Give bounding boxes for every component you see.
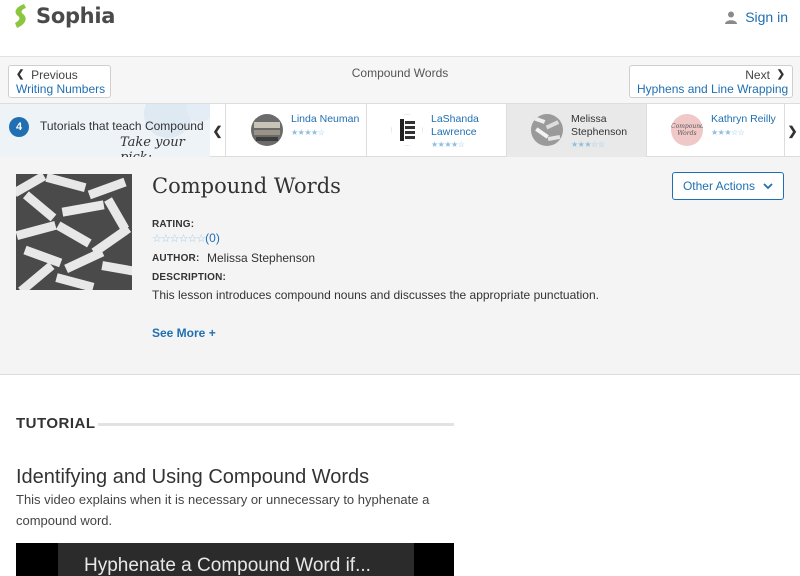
chevron-left-icon: ❮ bbox=[212, 123, 223, 138]
tutor-card-linda-neuman[interactable]: Linda Neuman ★★★★☆ bbox=[227, 104, 367, 157]
tutor-rating-stars: ★★★★☆ bbox=[431, 140, 465, 149]
section-divider bbox=[98, 423, 454, 426]
tutor-scroll-left-button[interactable]: ❮ bbox=[210, 104, 226, 157]
site-header: Sophia Sign in bbox=[0, 0, 800, 57]
tutorial-count-badge: 4 bbox=[9, 117, 29, 137]
lesson-navigation: ❮ Previous Writing Numbers Compound Word… bbox=[0, 57, 800, 103]
sophia-logo[interactable]: Sophia bbox=[10, 3, 115, 29]
tutor-name: Melissa Stephenson bbox=[571, 113, 628, 138]
lesson-thumbnail bbox=[16, 174, 132, 290]
tutor-card-melissa-stephenson[interactable]: Melissa Stephenson ★★★☆☆ bbox=[507, 104, 647, 157]
take-your-pick-text: Take your pick: bbox=[120, 135, 185, 157]
tutor-avatar bbox=[531, 114, 563, 146]
tutorial-video-player[interactable]: Hyphenate a Compound Word if... bbox=[16, 543, 454, 576]
tutor-scroll-right-button[interactable]: ❯ bbox=[784, 104, 800, 157]
tutor-name: Linda Neuman bbox=[291, 113, 360, 125]
tutorial-description: This video explains when it is necessary… bbox=[16, 492, 430, 528]
other-actions-label: Other Actions bbox=[682, 179, 756, 193]
sign-in-label: Sign in bbox=[745, 9, 788, 25]
tutor-avatar: Compound Words bbox=[671, 114, 703, 146]
other-actions-dropdown[interactable]: Other Actions bbox=[672, 172, 784, 200]
tutor-avatar bbox=[251, 114, 283, 146]
see-more-link[interactable]: See More + bbox=[152, 326, 216, 340]
video-caption-text: Hyphenate a Compound Word if... bbox=[84, 555, 371, 576]
tutor-avatar bbox=[391, 114, 423, 146]
tutorial-section-heading: TUTORIAL bbox=[16, 415, 96, 432]
description-label: DESCRIPTION: bbox=[152, 272, 227, 283]
author-label: AUTHOR: bbox=[152, 253, 200, 264]
tutor-rating-stars: ★★★☆☆ bbox=[571, 140, 605, 149]
avatar-caption: Compound Words bbox=[671, 123, 703, 137]
tutor-strip-banner: 4 Tutorials that teach Compound Take you… bbox=[0, 104, 210, 157]
tutor-card-kathryn-reilly[interactable]: Compound Words Kathryn Reilly ★★★☆☆ bbox=[647, 104, 787, 157]
tutor-rating-stars: ★★★☆☆ bbox=[711, 128, 745, 137]
tutor-card-lashanda-lawrence[interactable]: LaShanda Lawrence ★★★★☆ bbox=[367, 104, 507, 157]
tutor-strip: 4 Tutorials that teach Compound Take you… bbox=[0, 103, 800, 157]
tutorial-title: Identifying and Using Compound Words bbox=[16, 466, 370, 488]
tutor-name: LaShanda Lawrence bbox=[431, 113, 479, 138]
lesson-rating[interactable]: ☆☆☆☆☆☆(0) bbox=[152, 231, 220, 245]
tutorials-heading: Tutorials that teach Compound bbox=[40, 119, 204, 133]
rating-stars: ☆☆☆☆☆☆ bbox=[152, 233, 206, 245]
chevron-right-icon: ❯ bbox=[787, 123, 798, 138]
tutor-rating-stars: ★★★★☆ bbox=[291, 128, 325, 137]
lesson-title: Compound Words bbox=[152, 174, 341, 198]
tutor-name: Kathryn Reilly bbox=[711, 113, 776, 125]
next-label: Next bbox=[745, 68, 770, 82]
lesson-description: This lesson introduces compound nouns an… bbox=[152, 288, 599, 302]
brand-name: Sophia bbox=[36, 4, 116, 28]
rating-label: RATING: bbox=[152, 219, 195, 230]
chevron-right-icon: ❯ bbox=[776, 69, 785, 80]
lesson-info-panel: Compound Words Other Actions RATING: ☆☆☆… bbox=[0, 157, 800, 375]
user-icon bbox=[725, 11, 738, 24]
sign-in-link[interactable]: Sign in bbox=[725, 9, 788, 25]
chevron-down-icon bbox=[763, 182, 773, 189]
next-lesson-button[interactable]: Next ❯ Hyphens and Line Wrapping bbox=[629, 65, 793, 98]
previous-lesson-title: Writing Numbers bbox=[16, 82, 106, 96]
author-name: Melissa Stephenson bbox=[207, 251, 316, 265]
sophia-logo-icon bbox=[15, 4, 26, 28]
next-lesson-title: Hyphens and Line Wrapping bbox=[637, 82, 789, 96]
rating-count: (0) bbox=[205, 231, 220, 245]
